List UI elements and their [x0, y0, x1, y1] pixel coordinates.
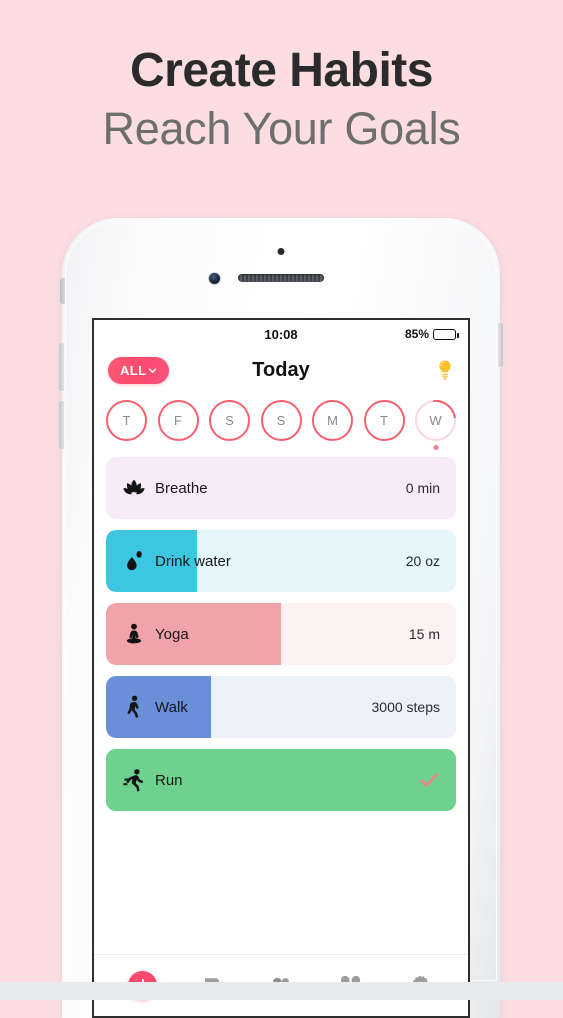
earpiece-speaker-icon	[238, 274, 324, 282]
day-label: T	[122, 413, 131, 428]
lightbulb-icon[interactable]	[436, 359, 454, 381]
habit-name-label: Drink water	[155, 552, 231, 570]
proximity-sensor-icon	[277, 248, 285, 255]
today-progress-arc	[406, 391, 465, 450]
volume-down-button[interactable]	[59, 401, 64, 449]
habit-name-label: Breathe	[155, 479, 208, 497]
running-icon	[122, 768, 146, 792]
status-bar: 10:08 85%	[94, 320, 468, 348]
day-circle-s-3[interactable]: S	[260, 400, 302, 441]
app-header: ALL Today	[94, 348, 468, 392]
week-day-strip: TFSSMTW	[94, 391, 468, 450]
habit-list: Breathe 0 min Drink water 20 oz Yoga 15 m Walk…	[94, 445, 468, 811]
habit-value-label: 3000 steps	[371, 699, 441, 715]
battery-icon	[433, 328, 459, 340]
habit-row[interactable]: Breathe 0 min	[106, 457, 456, 519]
day-label: T	[380, 413, 388, 428]
filter-all-button[interactable]: ALL	[108, 356, 170, 384]
habit-row[interactable]: Walk 3000 steps	[106, 676, 456, 738]
habit-name-label: Yoga	[155, 625, 189, 643]
status-bar-time: 10:08	[264, 326, 298, 342]
day-label: M	[327, 413, 338, 428]
volume-up-button[interactable]	[59, 343, 64, 391]
page-title: Today	[252, 358, 310, 381]
day-circle-w-6[interactable]: W	[406, 391, 465, 450]
habit-row-content: Run	[106, 768, 456, 792]
status-bar-right-cluster: 85%	[404, 327, 459, 341]
day-label: S	[225, 413, 234, 428]
water-drop-icon	[122, 549, 146, 573]
phone-device-mockup: 10:08 85% ALL Today T F S S M T W Breath…	[59, 218, 503, 1018]
habit-row-content: Yoga 15 m	[106, 622, 456, 646]
promo-subtitle: Reach Your Goals	[102, 102, 461, 154]
yoga-icon	[122, 622, 146, 646]
habit-value-label: 15 m	[408, 626, 440, 642]
chevron-down-icon	[149, 367, 157, 373]
front-camera-icon	[209, 273, 220, 284]
phone-screen: 10:08 85% ALL Today T F S S M T W Breath…	[92, 318, 470, 1018]
mute-switch-button[interactable]	[60, 278, 65, 304]
lotus-icon	[122, 476, 146, 500]
today-indicator-dot	[433, 445, 438, 450]
promo-title: Create Habits	[130, 44, 433, 97]
habit-row-content: Drink water 20 oz	[106, 549, 456, 573]
page-bottom-strip	[0, 982, 563, 1000]
day-circle-m-4[interactable]: M	[312, 400, 353, 441]
battery-percentage-label: 85%	[404, 327, 429, 341]
habit-name-label: Run	[155, 771, 183, 789]
power-button[interactable]	[498, 323, 503, 367]
habit-name-label: Walk	[155, 698, 188, 716]
habit-value-label: 20 oz	[405, 553, 440, 569]
day-circle-t-5[interactable]: T	[363, 400, 405, 441]
habit-row[interactable]: Drink water 20 oz	[106, 530, 456, 592]
day-label: S	[276, 413, 286, 428]
habit-row-content: Walk 3000 steps	[106, 695, 456, 719]
day-circle-s-2[interactable]: S	[209, 400, 250, 441]
habit-completed-check-icon	[418, 769, 440, 791]
habit-row[interactable]: Yoga 15 m	[106, 603, 456, 665]
habit-value-label: 0 min	[405, 480, 440, 496]
filter-all-label: ALL	[120, 362, 147, 378]
walking-icon	[122, 695, 146, 719]
day-label: F	[174, 413, 182, 428]
habit-row[interactable]: Run	[106, 749, 456, 811]
habit-row-content: Breathe 0 min	[106, 476, 456, 500]
promo-text-block: Create Habits Reach Your Goals	[0, 44, 563, 156]
day-circle-f-1[interactable]: F	[157, 400, 199, 441]
day-circle-t-0[interactable]: T	[106, 400, 147, 441]
